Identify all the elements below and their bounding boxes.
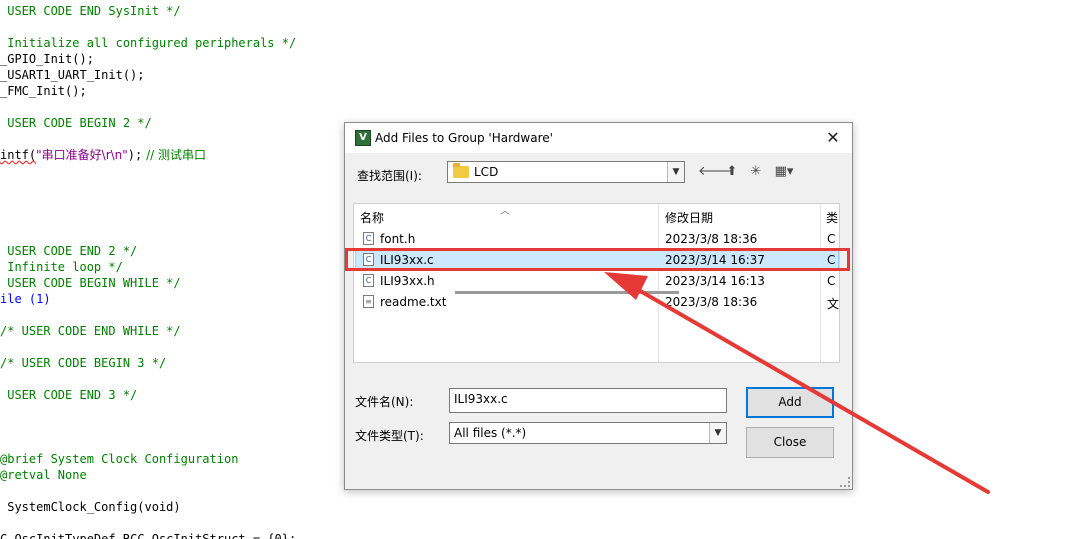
arrow-shaft — [628, 283, 990, 494]
annotation-arrow — [604, 272, 990, 494]
arrow-head — [604, 272, 648, 300]
